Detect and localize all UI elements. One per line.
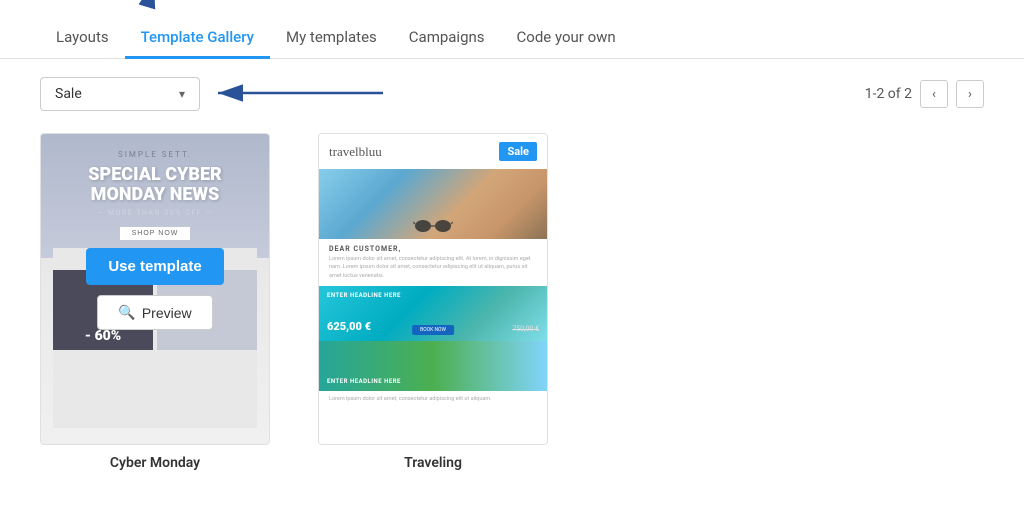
trav-price: 625,00 € [327,320,371,333]
trav-sale-badge: Sale [499,142,537,161]
prev-page-button[interactable]: ‹ [920,80,948,108]
search-icon: 🔍 [118,304,135,321]
pagination: 1-2 of 2 ‹ › [865,80,984,108]
template-card-cyber-monday[interactable]: SIMPLE SETT. SPECIAL CYBERMONDAY NEWS — … [40,133,270,471]
template-gallery: SIMPLE SETT. SPECIAL CYBERMONDAY NEWS — … [0,123,1024,501]
sunglasses-icon [413,214,453,234]
template-name-traveling: Traveling [318,455,548,471]
filter-dropdown[interactable]: Sale ▾ [40,77,200,111]
tab-campaigns[interactable]: Campaigns [393,18,501,59]
trav-footer-lorem: Lorem ipsum dolor sit amet, consectetur … [319,391,547,403]
tab-layouts[interactable]: Layouts [40,18,125,59]
traveling-preview: travelbluu Sale DEAR CUSTOMER, Lorem ips… [319,134,547,444]
trav-enter-headline-1: ENTER HEADLINE HERE [327,292,401,299]
trav-old-price: 750,00 € [512,325,539,333]
trav-header: travelbluu Sale [319,134,547,169]
tab-code-your-own[interactable]: Code your own [501,18,632,59]
nav-tabs: Layouts Template Gallery My templates Ca… [0,0,1024,59]
preview-button[interactable]: 🔍 Preview [97,295,212,330]
template-card-cyber-monday-inner: SIMPLE SETT. SPECIAL CYBERMONDAY NEWS — … [40,133,270,445]
trav-dear-customer: DEAR CUSTOMER, [319,239,547,255]
template-name-cyber-monday: Cyber Monday [40,455,270,471]
trav-logo: travelbluu [329,144,382,160]
preview-label: Preview [142,305,192,321]
trav-enter-headline-2: ENTER HEADLINE HERE [327,378,401,385]
tab-template-gallery[interactable]: Template Gallery [125,18,270,59]
template-card-traveling[interactable]: travelbluu Sale DEAR CUSTOMER, Lorem ips… [318,133,548,471]
trav-beach-image [319,169,547,239]
trav-book-now-btn: BOOK NOW [412,325,454,335]
pagination-label: 1-2 of 2 [865,86,912,102]
dropdown-arrow-icon: ▾ [179,87,185,101]
use-template-button[interactable]: Use template [86,248,223,285]
trav-lorem-text: Lorem ipsum dolor sit amet, consectetur … [319,255,547,280]
card-overlay: Use template 🔍 Preview [41,134,269,444]
toolbar: Sale ▾ 1-2 of 2 ‹ › [0,59,1024,123]
annotation-arrow [208,75,388,115]
filter-wrapper: Sale ▾ [40,77,200,111]
tab-my-templates[interactable]: My templates [270,18,393,59]
trav-footer-image: ENTER HEADLINE HERE [319,341,547,391]
template-card-traveling-inner: travelbluu Sale DEAR CUSTOMER, Lorem ips… [318,133,548,445]
filter-label: Sale [55,86,82,102]
trav-destination-image: ENTER HEADLINE HERE 625,00 € 750,00 € BO… [319,286,547,341]
next-page-button[interactable]: › [956,80,984,108]
